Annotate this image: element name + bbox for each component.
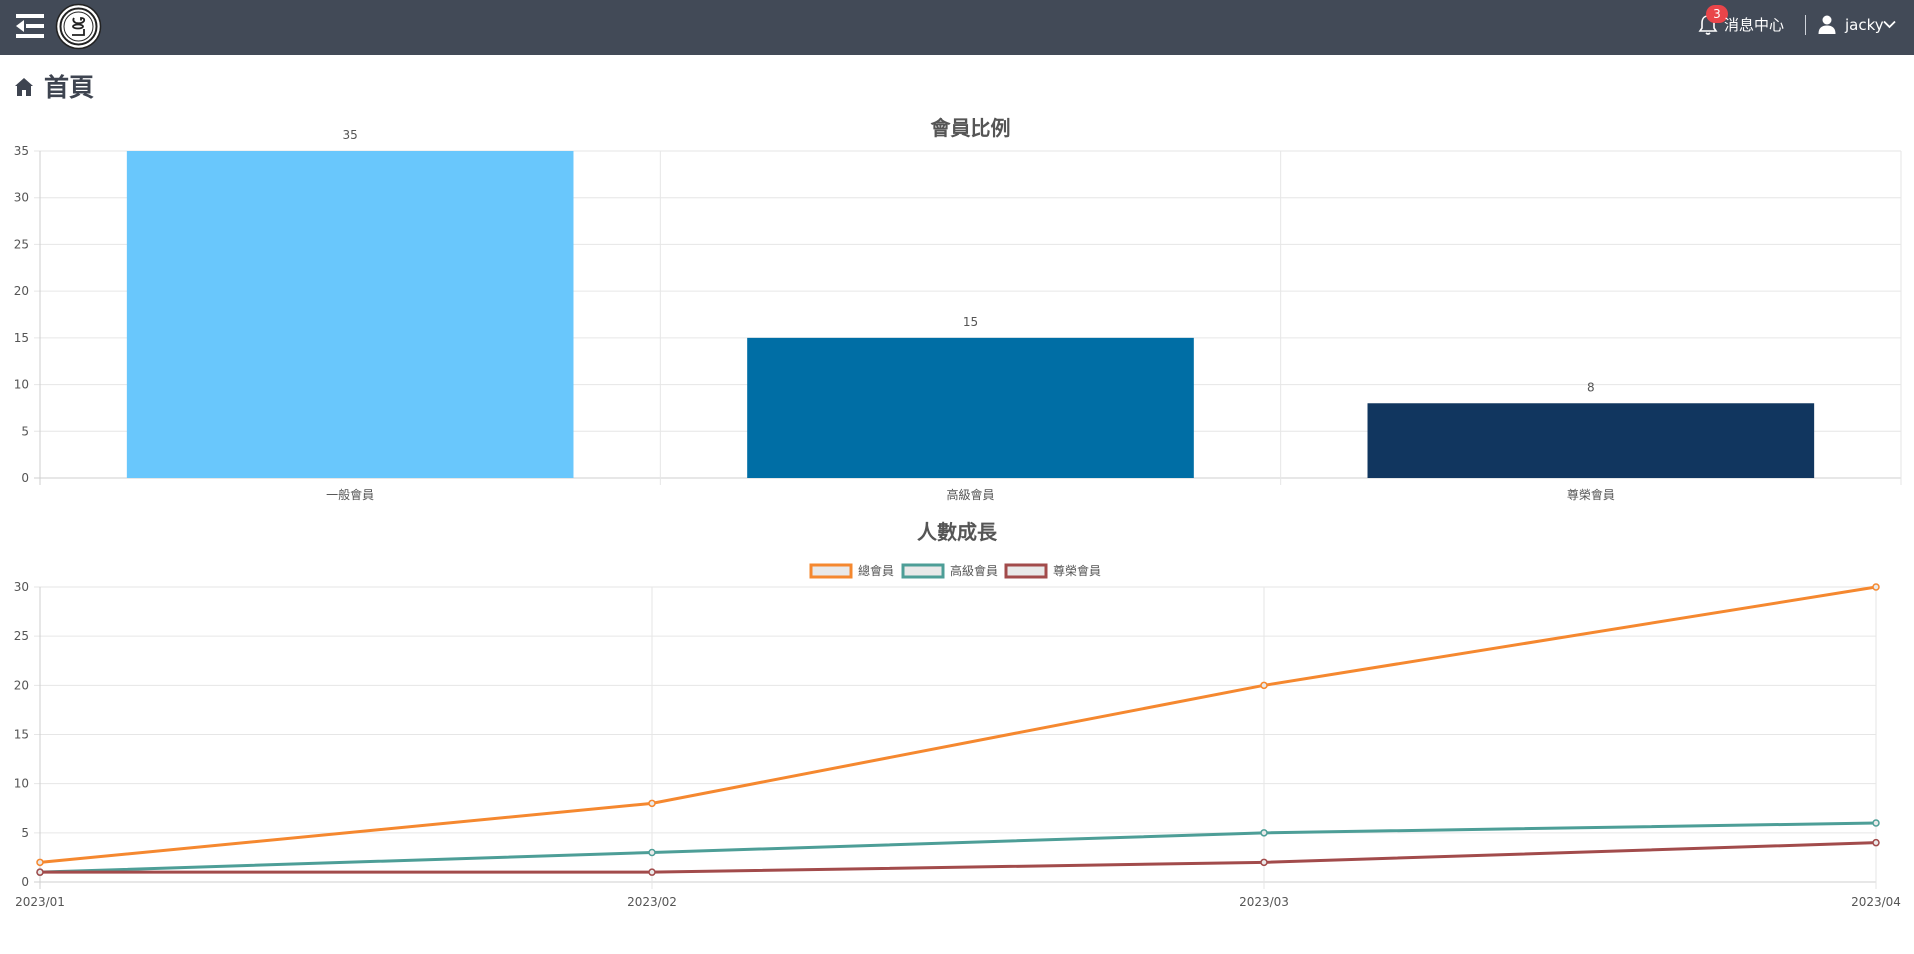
y-tick-label: 10 xyxy=(14,777,29,791)
y-tick-label: 35 xyxy=(14,144,29,158)
y-tick-label: 10 xyxy=(14,378,29,392)
menu-collapse-icon[interactable] xyxy=(16,12,46,40)
series-line-2 xyxy=(39,821,1877,874)
x-tick-label: 高級會員 xyxy=(946,487,994,502)
y-tick-label: 20 xyxy=(14,678,29,692)
data-point xyxy=(1260,829,1268,837)
y-tick-label: 5 xyxy=(21,826,29,840)
y-tick-label: 25 xyxy=(14,237,29,251)
user-menu[interactable]: jacky xyxy=(1845,15,1884,35)
message-center-link[interactable]: 消息中心 xyxy=(1724,15,1784,35)
y-tick-label: 30 xyxy=(14,580,29,594)
x-tick-label: 2023/01 xyxy=(15,895,65,909)
x-tick-label: 2023/04 xyxy=(1851,895,1901,909)
chevron-down-icon[interactable] xyxy=(1883,20,1896,29)
top-navbar: 3 消息中心 jacky xyxy=(0,0,1914,55)
user-icon[interactable] xyxy=(1818,15,1836,34)
legend-label: 尊榮會員 xyxy=(1053,563,1101,578)
y-tick-label: 15 xyxy=(14,728,29,742)
legend-swatch xyxy=(809,563,853,579)
legend-swatch xyxy=(901,563,945,579)
data-point xyxy=(36,868,44,876)
legend-label: 總會員 xyxy=(858,563,894,578)
x-tick-label: 2023/03 xyxy=(1239,895,1289,909)
bar-1 xyxy=(126,151,574,478)
data-point xyxy=(1260,681,1268,690)
data-point xyxy=(1872,583,1880,591)
data-point xyxy=(648,868,656,876)
y-tick-label: 25 xyxy=(14,629,29,643)
bar-2 xyxy=(747,337,1194,478)
chart-title: 會員比例 xyxy=(931,116,1011,140)
bar-3 xyxy=(1367,403,1815,478)
legend-label: 高級會員 xyxy=(950,563,998,578)
legend-swatch xyxy=(1004,563,1048,579)
logo-icon[interactable] xyxy=(55,3,102,50)
data-point xyxy=(648,848,656,857)
data-point xyxy=(1260,858,1268,867)
home-icon xyxy=(15,78,33,96)
series-line-1 xyxy=(39,585,1877,864)
y-tick-label: 15 xyxy=(14,331,29,345)
data-point xyxy=(36,858,44,867)
bar-data-label: 35 xyxy=(343,128,358,142)
series-line-3 xyxy=(40,841,1877,874)
page-title: 首頁 xyxy=(44,73,95,102)
x-tick-label: 一般會員 xyxy=(326,487,374,502)
y-tick-label: 20 xyxy=(14,284,29,298)
navbar-divider xyxy=(1805,15,1806,35)
data-point xyxy=(1872,819,1880,827)
y-tick-label: 30 xyxy=(14,191,29,205)
bar-data-label: 8 xyxy=(1587,380,1595,394)
data-point xyxy=(648,799,656,808)
y-tick-label: 0 xyxy=(21,471,29,485)
y-tick-label: 0 xyxy=(21,875,29,889)
member-growth-line-chart: 人數成長總會員 高級會員 尊榮會員 0 5 10 15 20 25 30 2023/01 2023/0… xyxy=(14,520,1901,909)
member-ratio-bar-chart: 會員比例 0 5 10 15 20 25 30 35 35 一般會員 15 高級會員 8 尊榮會員 xyxy=(14,116,1902,502)
x-tick-label: 2023/02 xyxy=(627,895,677,909)
bar-data-label: 15 xyxy=(963,315,978,329)
chart-title: 人數成長 xyxy=(917,520,998,544)
data-point xyxy=(1872,838,1880,847)
y-tick-label: 5 xyxy=(21,424,29,438)
x-tick-label: 尊榮會員 xyxy=(1567,487,1615,502)
